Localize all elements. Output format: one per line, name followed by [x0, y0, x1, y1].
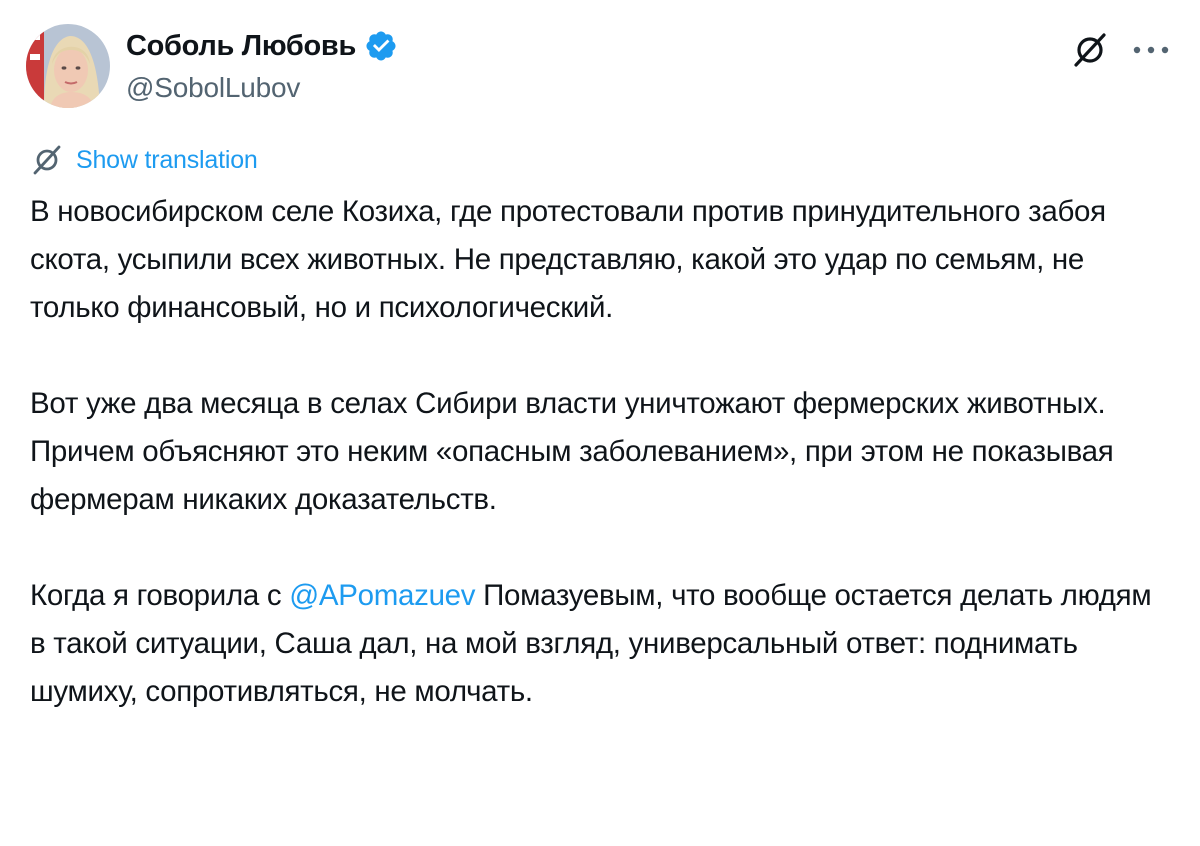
author-name-row: Соболь Любовь [126, 28, 398, 64]
mention-link[interactable]: @APomazuev [289, 579, 475, 612]
show-translation-link[interactable]: Show translation [30, 142, 258, 178]
avatar[interactable] [26, 24, 110, 108]
tweet-paragraph-2: Вот уже два месяца в селах Сибири власти… [30, 387, 1114, 516]
tweet-paragraph-1: В новосибирском селе Козиха, где протест… [30, 195, 1106, 324]
avatar-image [26, 24, 110, 108]
grok-icon[interactable] [1070, 30, 1110, 70]
tweet-paragraph-3-start: Когда я говорила с [30, 579, 290, 612]
tweet-paragraph-3: Когда я говорила с @APomazuev Помазуевым… [30, 572, 1160, 716]
author-name[interactable]: Соболь Любовь [126, 30, 356, 63]
tweet-card: Соболь Любовь @SobolLubov Show translati… [0, 0, 1200, 846]
tweet-text: В новосибирском селе Козиха, где протест… [30, 188, 1160, 764]
show-translation-label: Show translation [76, 145, 258, 174]
translate-icon [33, 145, 61, 175]
verified-badge-icon [366, 31, 396, 61]
header-actions [1070, 30, 1170, 70]
author-handle[interactable]: @SobolLubov [126, 72, 300, 104]
more-options-icon[interactable] [1132, 44, 1170, 56]
